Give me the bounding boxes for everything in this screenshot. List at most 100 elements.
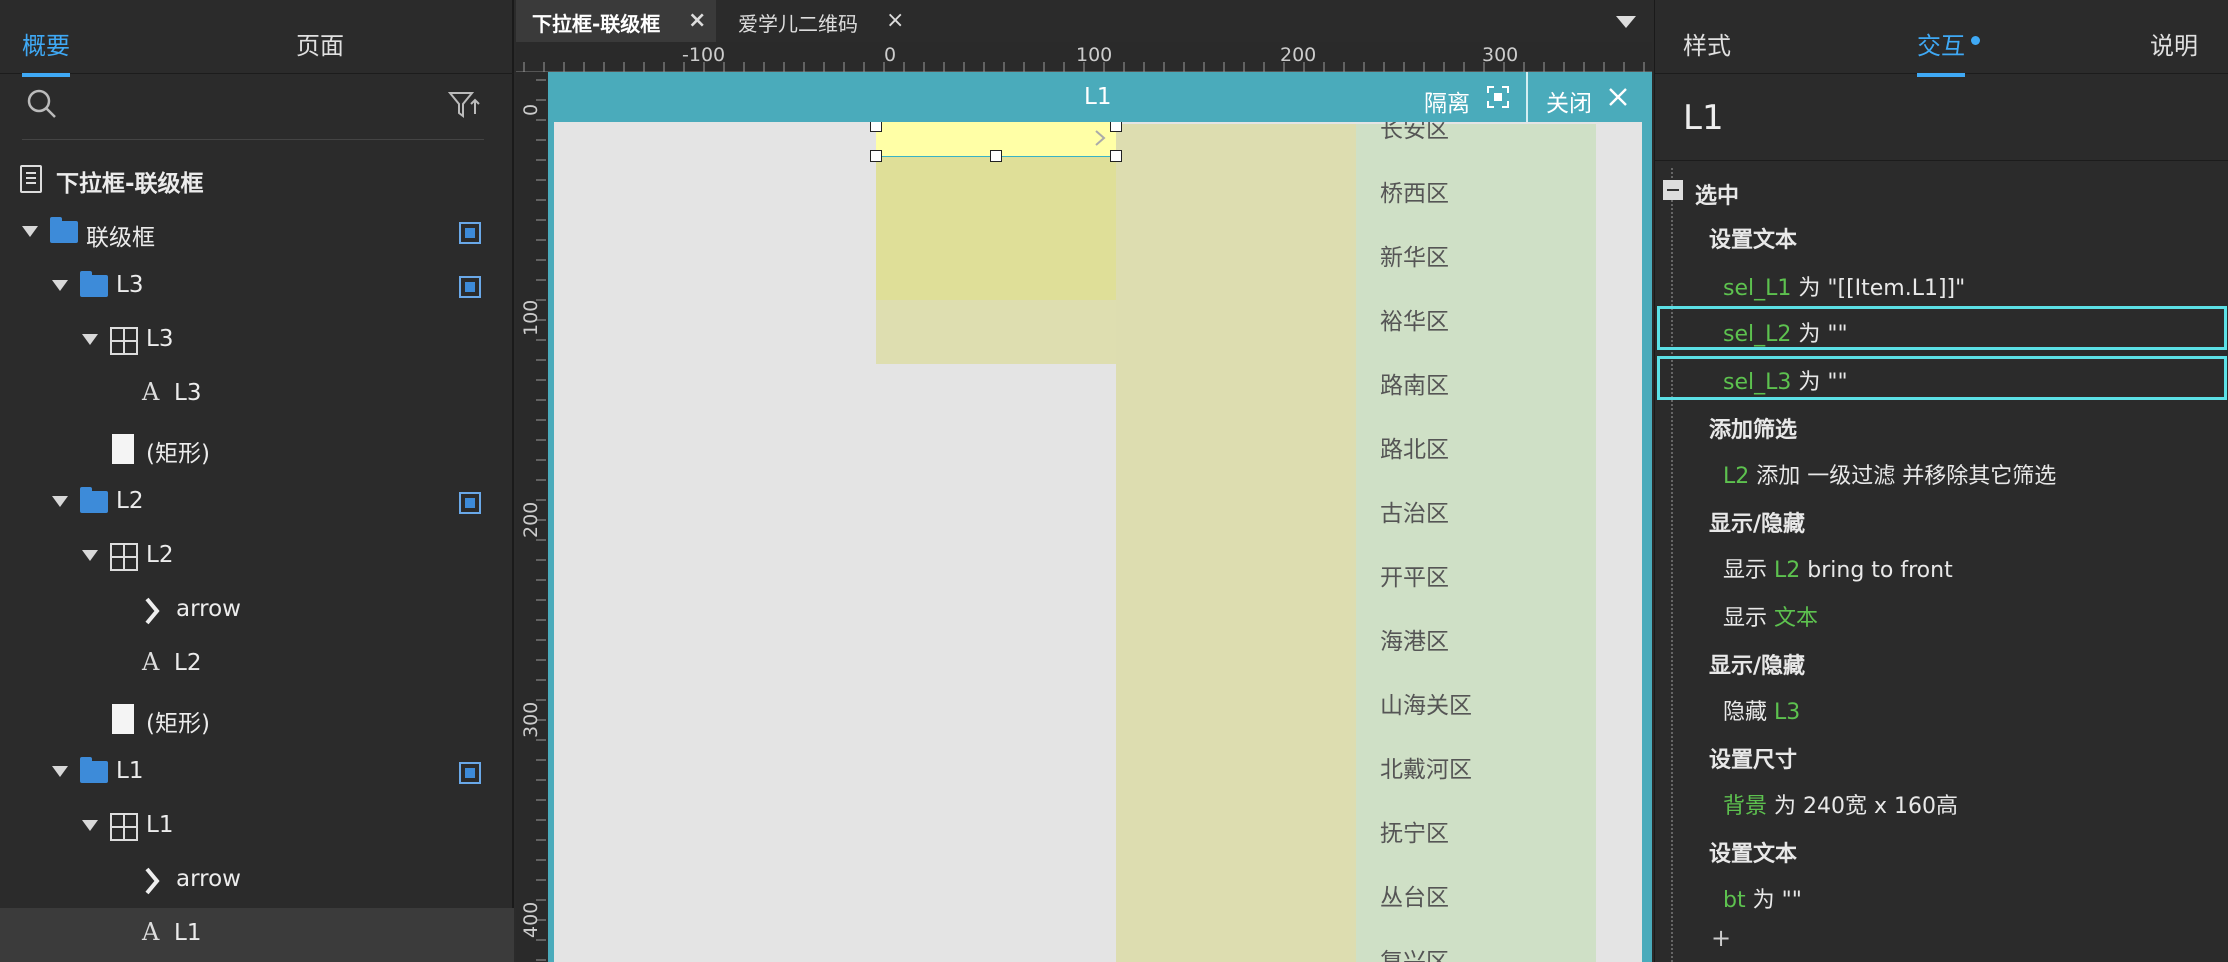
- action-detail[interactable]: 显示 文本: [1723, 600, 1818, 632]
- tab-pages[interactable]: 页面: [296, 26, 344, 61]
- tab-outline[interactable]: 概要: [22, 26, 70, 77]
- ruler-label: 300: [520, 701, 542, 738]
- tab-overflow-dropdown-icon[interactable]: [1616, 16, 1636, 28]
- action-detail[interactable]: sel_L1 为 "[[Item.L1]]": [1723, 270, 1965, 302]
- repeater-icon: [110, 327, 138, 355]
- collapse-triangle-icon[interactable]: [82, 334, 98, 345]
- tree-item-folder-cascade[interactable]: 联级框: [0, 206, 514, 260]
- collapse-triangle-icon[interactable]: [52, 766, 68, 777]
- tree-item-rect-L2[interactable]: (矩形): [0, 692, 514, 746]
- district-item[interactable]: 山海关区: [1380, 686, 1472, 720]
- tree-item-folder-L3[interactable]: L3: [0, 260, 514, 314]
- district-item[interactable]: 路南区: [1380, 366, 1449, 400]
- tree-item-repeater-L1[interactable]: L1: [0, 800, 514, 854]
- district-item[interactable]: 路北区: [1380, 430, 1449, 464]
- visibility-toggle-icon[interactable]: [459, 762, 481, 784]
- tree-item-arrow-L2[interactable]: arrow: [0, 584, 514, 638]
- isolate-button[interactable]: 隔离: [1424, 84, 1470, 118]
- doc-tab-cascade[interactable]: 下拉框-联级框 ×: [516, 0, 716, 42]
- action-target: L2: [1723, 464, 1750, 489]
- tree-item-text-L1[interactable]: A L1: [0, 908, 514, 962]
- text-icon: A: [142, 918, 160, 946]
- tree-item-arrow-L1[interactable]: arrow: [0, 854, 514, 908]
- action-heading[interactable]: 添加筛选: [1709, 412, 1797, 444]
- district-item[interactable]: 丛台区: [1380, 878, 1449, 912]
- tree-item-folder-L1[interactable]: L1: [0, 746, 514, 800]
- district-item[interactable]: 北戴河区: [1380, 750, 1472, 784]
- tree-item-text-L3[interactable]: A L3: [0, 368, 514, 422]
- district-item[interactable]: 桥西区: [1380, 174, 1449, 208]
- tree-item-page[interactable]: 下拉框-联级框: [0, 152, 514, 206]
- district-item[interactable]: 古治区: [1380, 494, 1449, 528]
- collapse-triangle-icon[interactable]: [22, 226, 38, 237]
- action-value: 添加 一级过滤 并移除其它筛选: [1749, 464, 2057, 489]
- collapse-triangle-icon[interactable]: [52, 280, 68, 291]
- resize-handle[interactable]: [990, 150, 1002, 162]
- collapse-triangle-icon[interactable]: [82, 820, 98, 831]
- action-target: sel_L2: [1723, 322, 1792, 347]
- resize-handle[interactable]: [1110, 150, 1122, 162]
- folder-icon: [80, 487, 108, 513]
- resize-handle[interactable]: [870, 150, 882, 162]
- visibility-toggle-icon[interactable]: [459, 276, 481, 298]
- tab-style[interactable]: 样式: [1683, 26, 1731, 61]
- add-action-button[interactable]: +: [1711, 924, 1731, 952]
- tree-item-label: L2: [146, 542, 174, 568]
- visibility-toggle-icon[interactable]: [459, 492, 481, 514]
- collapse-triangle-icon[interactable]: [52, 496, 68, 507]
- action-value: bring to front: [1800, 558, 1953, 583]
- event-label[interactable]: 选中: [1695, 178, 1739, 210]
- ruler-label: 200: [520, 501, 542, 538]
- action-heading[interactable]: 设置文本: [1709, 836, 1797, 868]
- collapse-icon[interactable]: [1663, 180, 1683, 200]
- visibility-toggle-icon[interactable]: [459, 222, 481, 244]
- tree-item-text-L2[interactable]: A L2: [0, 638, 514, 692]
- close-icon[interactable]: ×: [688, 8, 706, 33]
- ruler-label: 100: [520, 299, 542, 336]
- district-item[interactable]: 开平区: [1380, 558, 1449, 592]
- vertical-ruler[interactable]: 0 100 200 300 400: [516, 72, 546, 962]
- tree-item-repeater-L2[interactable]: L2: [0, 530, 514, 584]
- district-item[interactable]: 裕华区: [1380, 302, 1449, 336]
- close-icon[interactable]: [1608, 87, 1628, 107]
- action-detail[interactable]: 背景 为 240宽 x 160高: [1723, 788, 1958, 820]
- action-detail[interactable]: L2 添加 一级过滤 并移除其它筛选: [1723, 458, 2056, 490]
- l2-panel[interactable]: [1116, 124, 1356, 962]
- tree-item-label: arrow: [176, 596, 241, 622]
- action-detail[interactable]: bt 为 "": [1723, 882, 1802, 914]
- tree-item-label: 联级框: [86, 225, 155, 251]
- design-canvas[interactable]: 长安区 桥西区 新华区 裕华区 路南区 路北区 古治区 开平区 海港区 山海关区 北戴河区 抚宁区 丛台…: [548, 72, 1652, 962]
- action-detail[interactable]: sel_L3 为 "": [1723, 364, 1848, 396]
- action-detail[interactable]: sel_L2 为 "": [1723, 316, 1848, 348]
- tab-notes[interactable]: 说明: [2150, 26, 2198, 61]
- district-item[interactable]: 复兴区: [1380, 942, 1449, 962]
- close-icon[interactable]: ×: [886, 8, 904, 33]
- folder-icon: [80, 757, 108, 783]
- horizontal-ruler[interactable]: -100 0 100 200 300: [516, 42, 1652, 72]
- tab-interactions[interactable]: 交互: [1917, 26, 1965, 77]
- action-heading[interactable]: 设置文本: [1709, 222, 1797, 254]
- text-icon: A: [142, 648, 160, 676]
- widget-name-field[interactable]: L1: [1683, 98, 1724, 138]
- action-target: L3: [1774, 700, 1801, 725]
- action-heading[interactable]: 显示/隐藏: [1709, 648, 1805, 680]
- doc-tab-qrcode[interactable]: 爱学儿二维码 ×: [716, 0, 916, 42]
- search-icon[interactable]: [26, 88, 58, 120]
- filter-icon[interactable]: [448, 90, 482, 120]
- district-item[interactable]: 新华区: [1380, 238, 1449, 272]
- isolate-focus-icon[interactable]: [1486, 85, 1510, 109]
- outline-search[interactable]: [0, 74, 514, 140]
- district-item[interactable]: 抚宁区: [1380, 814, 1449, 848]
- folder-icon: [50, 217, 78, 243]
- action-heading[interactable]: 显示/隐藏: [1709, 506, 1805, 538]
- tree-item-folder-L2[interactable]: L2: [0, 476, 514, 530]
- tree-item-label: L3: [174, 380, 202, 406]
- tree-item-rect-L3[interactable]: (矩形): [0, 422, 514, 476]
- action-heading[interactable]: 设置尺寸: [1709, 742, 1797, 774]
- close-isolation-button[interactable]: 关闭: [1546, 84, 1592, 118]
- district-item[interactable]: 海港区: [1380, 622, 1449, 656]
- action-detail[interactable]: 隐藏 L3: [1723, 694, 1800, 726]
- collapse-triangle-icon[interactable]: [82, 550, 98, 561]
- tree-item-repeater-L3[interactable]: L3: [0, 314, 514, 368]
- action-detail[interactable]: 显示 L2 bring to front: [1723, 552, 1953, 584]
